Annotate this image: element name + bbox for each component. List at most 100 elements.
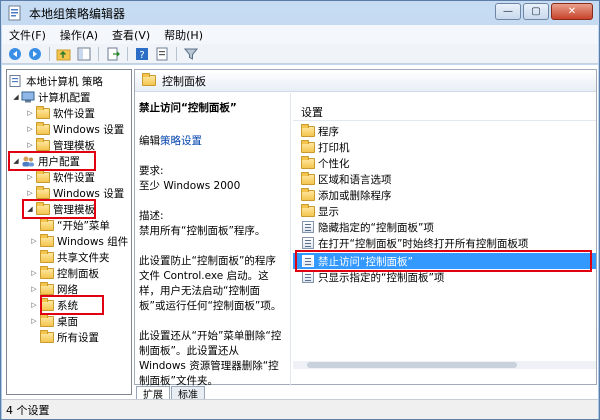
- tree-item-label: 计算机配置: [38, 91, 91, 104]
- folder-icon: [36, 185, 50, 199]
- minimize-button[interactable]: —: [495, 3, 521, 20]
- list-item-regional-options[interactable]: 区域和语言选项: [293, 171, 596, 187]
- pane-header: 控制面板: [135, 70, 596, 92]
- collapsed-arrow-icon[interactable]: ▷: [29, 269, 39, 277]
- tree-item-software-settings[interactable]: ▷ 软件设置: [25, 105, 95, 121]
- list-item-label: 添加或删除程序: [318, 189, 392, 202]
- navigation-tree[interactable]: 本地计算机 策略 ◢ 计算机配置 ▷ 软件设置 ▷ Windows 设置 ▷ 管…: [6, 69, 132, 395]
- tree-item-label: 本地计算机 策略: [26, 75, 103, 88]
- tree-item-windows-components[interactable]: ▷ Windows 组件: [29, 233, 128, 249]
- menu-help[interactable]: 帮助(H): [157, 27, 210, 43]
- policy-document-icon: [9, 75, 21, 87]
- requirements-block: 要求: 至少 Windows 2000: [139, 164, 284, 194]
- pane-header-title: 控制面板: [162, 74, 206, 88]
- toolbar-separator: [98, 46, 99, 61]
- list-item-hide-control-panel-items[interactable]: 隐藏指定的“控制面板”项: [293, 219, 596, 235]
- tree-item-label: Windows 组件: [57, 235, 129, 248]
- details-pane: 控制面板 禁止访问“控制面板” 编辑策略设置 要求: 至少 Windows 20…: [134, 69, 597, 386]
- folder-icon: [40, 265, 54, 279]
- tree-item-label: “开始”菜单: [57, 219, 110, 232]
- tree-item-label: Windows 设置: [53, 123, 125, 136]
- policy-setting-icon: [302, 271, 314, 283]
- menu-action[interactable]: 操作(A): [53, 27, 105, 43]
- folder-icon: [40, 281, 54, 295]
- tree-item-control-panel[interactable]: ▷ 控制面板: [29, 265, 99, 281]
- policy-setting-icon: [302, 237, 314, 249]
- export-list-icon[interactable]: [104, 46, 122, 62]
- folder-icon: [40, 217, 54, 231]
- tree-item-label: 共享文件夹: [57, 251, 110, 264]
- filter-icon[interactable]: [182, 46, 200, 62]
- list-item-add-remove-programs[interactable]: 添加或删除程序: [293, 187, 596, 203]
- tab-extended[interactable]: 扩展: [136, 386, 170, 401]
- edit-prefix: 编辑: [139, 135, 160, 147]
- collapsed-arrow-icon[interactable]: ▷: [25, 189, 35, 197]
- collapsed-arrow-icon[interactable]: ▷: [29, 301, 39, 309]
- window-title: 本地组策略编辑器: [29, 6, 126, 21]
- tree-item-start-menu[interactable]: “开始”菜单: [39, 217, 110, 233]
- status-text: 4 个设置: [6, 403, 50, 417]
- tree-item-all-settings[interactable]: 所有设置: [39, 329, 99, 345]
- column-header-setting[interactable]: 设置: [293, 103, 596, 121]
- collapsed-arrow-icon[interactable]: ▷: [25, 109, 35, 117]
- view-tabs: 扩展 标准: [134, 385, 597, 401]
- collapsed-arrow-icon[interactable]: ▷: [29, 237, 39, 245]
- collapsed-arrow-icon[interactable]: ▷: [25, 173, 35, 181]
- tree-item-desktop[interactable]: ▷ 桌面: [29, 313, 78, 329]
- highlight-box-system: [40, 295, 104, 315]
- description-paragraph-2: 此设置还从“开始”菜单删除“控制面板”。此设置还从 Windows 资源管理器删…: [139, 330, 282, 386]
- maximize-button[interactable]: ▢: [523, 3, 549, 20]
- requirements-value: 至少 Windows 2000: [139, 180, 241, 192]
- tree-item-shared-folders[interactable]: 共享文件夹: [39, 249, 110, 265]
- list-item-always-open-all-items[interactable]: 在打开“控制面板”时始终打开所有控制面板项: [293, 235, 596, 251]
- list-item-label: 程序: [318, 125, 339, 138]
- tree-item-user-software-settings[interactable]: ▷ 软件设置: [25, 169, 95, 185]
- policy-title: 禁止访问“控制面板”: [139, 102, 237, 114]
- list-item-personalization[interactable]: 个性化: [293, 155, 596, 171]
- tree-item-computer-config[interactable]: ◢ 计算机配置: [11, 89, 91, 105]
- back-arrow-icon[interactable]: [6, 46, 24, 62]
- up-folder-icon[interactable]: [55, 46, 73, 62]
- edit-policy-link[interactable]: 策略设置: [160, 135, 202, 147]
- list-item-display[interactable]: 显示: [293, 203, 596, 219]
- list-item-label: 在打开“控制面板”时始终打开所有控制面板项: [318, 237, 529, 250]
- description-paragraph-1: 此设置防止“控制面板”的程序文件 Control.exe 启动。这样，用户无法启…: [139, 255, 282, 312]
- list-item-label: 隐藏指定的“控制面板”项: [318, 221, 434, 234]
- close-button[interactable]: ✕: [551, 3, 593, 20]
- toolbar: ?: [2, 44, 598, 64]
- horizontal-scrollbar[interactable]: [293, 361, 596, 369]
- list-item-programs[interactable]: 程序: [293, 123, 596, 139]
- forward-arrow-icon[interactable]: [26, 46, 44, 62]
- collapsed-arrow-icon[interactable]: ▷: [25, 141, 35, 149]
- scrollbar-thumb[interactable]: [307, 362, 517, 368]
- properties-icon[interactable]: [153, 46, 171, 62]
- show-hide-tree-icon[interactable]: [75, 46, 93, 62]
- settings-list[interactable]: 设置 程序 打印机 个性化 区域和语言选项 添加或删除程序 显示 隐藏指定的“控…: [293, 93, 596, 386]
- policy-editor-icon: [8, 5, 21, 21]
- description-line: 禁用所有“控制面板”程序。: [139, 225, 266, 237]
- collapsed-arrow-icon[interactable]: ▷: [25, 125, 35, 133]
- folder-icon: [301, 123, 315, 137]
- folder-icon: [36, 121, 50, 135]
- expanded-arrow-icon[interactable]: ◢: [11, 93, 21, 101]
- folder-icon: [36, 105, 50, 119]
- title-bar[interactable]: 本地组策略编辑器 — ▢ ✕: [1, 1, 599, 25]
- folder-icon: [40, 329, 54, 343]
- folder-icon: [301, 139, 315, 153]
- collapsed-arrow-icon[interactable]: ▷: [29, 317, 39, 325]
- list-item-label: 显示: [318, 205, 339, 218]
- help-icon[interactable]: ?: [133, 46, 151, 62]
- folder-icon: [301, 171, 315, 185]
- computer-icon: [21, 91, 35, 103]
- menu-view[interactable]: 查看(V): [105, 27, 157, 43]
- tree-item-local-policy[interactable]: 本地计算机 策略: [9, 73, 103, 89]
- status-bar: 4 个设置: [2, 399, 598, 419]
- highlight-box-prohibit-control-panel: [295, 250, 592, 272]
- menu-file[interactable]: 文件(F): [2, 27, 53, 43]
- list-item-printers[interactable]: 打印机: [293, 139, 596, 155]
- edit-policy-line: 编辑策略设置: [139, 134, 284, 149]
- tab-standard[interactable]: 标准: [171, 386, 205, 401]
- list-item-label: 打印机: [318, 141, 350, 154]
- collapsed-arrow-icon[interactable]: ▷: [29, 285, 39, 293]
- tree-item-windows-settings[interactable]: ▷ Windows 设置: [25, 121, 124, 137]
